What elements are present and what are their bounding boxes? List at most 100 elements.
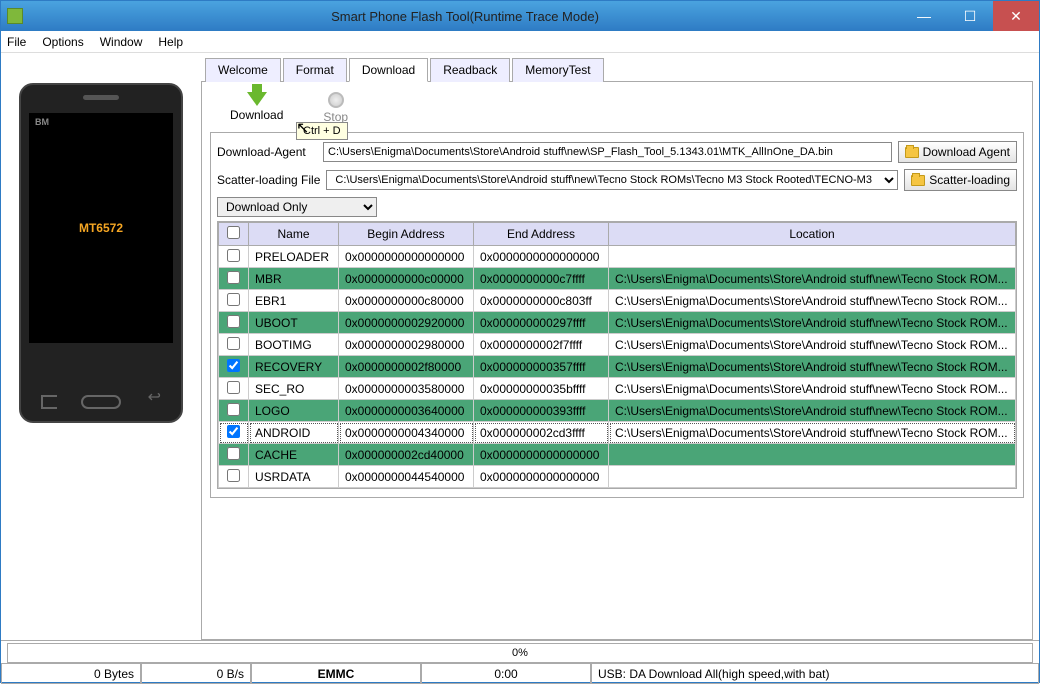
sidebar: BM MT6572 ↩ [1, 53, 201, 640]
cell-name: CACHE [249, 444, 339, 466]
statusbar: 0% 0 Bytes 0 B/s EMMC 0:00 USB: DA Downl… [1, 640, 1039, 684]
tab-memorytest[interactable]: MemoryTest [512, 58, 603, 82]
table-row[interactable]: UBOOT0x00000000029200000x000000000297fff… [219, 312, 1016, 334]
cell-name: PRELOADER [249, 246, 339, 268]
table-row[interactable]: PRELOADER0x00000000000000000x00000000000… [219, 246, 1016, 268]
cell-begin: 0x0000000044540000 [339, 466, 474, 488]
stop-button[interactable]: Stop [323, 92, 348, 124]
da-browse-button[interactable]: Download Agent [898, 141, 1017, 163]
row-checkbox[interactable] [227, 447, 240, 460]
cell-begin: 0x0000000002920000 [339, 312, 474, 334]
minimize-button[interactable]: — [901, 1, 947, 31]
cell-end: 0x000000000357ffff [474, 356, 609, 378]
download-label: Download [230, 108, 283, 122]
status-bytes: 0 Bytes [1, 663, 141, 684]
cell-name: BOOTIMG [249, 334, 339, 356]
cell-location [609, 466, 1016, 488]
row-checkbox[interactable] [227, 425, 240, 438]
cell-end: 0x000000002cd3ffff [474, 422, 609, 444]
tab-download[interactable]: Download [349, 58, 428, 82]
stop-icon [328, 92, 344, 108]
cell-begin: 0x0000000004340000 [339, 422, 474, 444]
cell-begin: 0x0000000002f80000 [339, 356, 474, 378]
cell-begin: 0x000000002cd40000 [339, 444, 474, 466]
menu-window[interactable]: Window [100, 35, 143, 49]
col-name[interactable]: Name [249, 223, 339, 246]
cell-begin: 0x0000000002980000 [339, 334, 474, 356]
table-row[interactable]: LOGO0x00000000036400000x000000000393ffff… [219, 400, 1016, 422]
cell-location [609, 444, 1016, 466]
status-usb: USB: DA Download All(high speed,with bat… [591, 663, 1039, 684]
row-checkbox[interactable] [227, 337, 240, 350]
scatter-path-select[interactable]: C:\Users\Enigma\Documents\Store\Android … [326, 170, 898, 190]
cell-location: C:\Users\Enigma\Documents\Store\Android … [609, 422, 1016, 444]
cell-begin: 0x0000000003640000 [339, 400, 474, 422]
close-button[interactable]: ✕ [993, 1, 1039, 31]
scatter-browse-label: Scatter-loading [929, 173, 1010, 187]
da-label: Download-Agent [217, 145, 317, 159]
col-end[interactable]: End Address [474, 223, 609, 246]
tab-format[interactable]: Format [283, 58, 347, 82]
cell-begin: 0x0000000000000000 [339, 246, 474, 268]
cell-name: SEC_RO [249, 378, 339, 400]
table-row[interactable]: MBR0x0000000000c000000x0000000000c7ffffC… [219, 268, 1016, 290]
table-row[interactable]: RECOVERY0x0000000002f800000x000000000357… [219, 356, 1016, 378]
status-time: 0:00 [421, 663, 591, 684]
row-checkbox[interactable] [227, 359, 240, 372]
cell-begin: 0x0000000000c00000 [339, 268, 474, 290]
table-row[interactable]: EBR10x0000000000c800000x0000000000c803ff… [219, 290, 1016, 312]
scatter-label: Scatter-loading File [217, 173, 320, 187]
table-row[interactable]: ANDROID0x00000000043400000x000000002cd3f… [219, 422, 1016, 444]
cell-end: 0x0000000000000000 [474, 246, 609, 268]
row-checkbox[interactable] [227, 315, 240, 328]
cell-end: 0x00000000035bffff [474, 378, 609, 400]
download-button[interactable]: Download [230, 92, 283, 124]
table-row[interactable]: CACHE0x000000002cd400000x000000000000000… [219, 444, 1016, 466]
row-checkbox[interactable] [227, 293, 240, 306]
table-row[interactable]: SEC_RO0x00000000035800000x00000000035bff… [219, 378, 1016, 400]
cell-location: C:\Users\Enigma\Documents\Store\Android … [609, 290, 1016, 312]
cell-end: 0x000000000297ffff [474, 312, 609, 334]
cell-location: C:\Users\Enigma\Documents\Store\Android … [609, 356, 1016, 378]
menu-help[interactable]: Help [158, 35, 183, 49]
row-checkbox[interactable] [227, 381, 240, 394]
tooltip: Ctrl + D [296, 122, 348, 140]
cell-name: LOGO [249, 400, 339, 422]
tab-welcome[interactable]: Welcome [205, 58, 281, 82]
cell-name: ANDROID [249, 422, 339, 444]
row-checkbox[interactable] [227, 469, 240, 482]
cell-location: C:\Users\Enigma\Documents\Store\Android … [609, 378, 1016, 400]
cell-begin: 0x0000000003580000 [339, 378, 474, 400]
menubar: File Options Window Help [1, 31, 1039, 53]
col-begin[interactable]: Begin Address [339, 223, 474, 246]
menu-options[interactable]: Options [42, 35, 83, 49]
header-checkbox[interactable] [227, 226, 240, 239]
cell-end: 0x0000000000c7ffff [474, 268, 609, 290]
progress-bar: 0% [7, 643, 1033, 663]
cell-name: MBR [249, 268, 339, 290]
da-path-input[interactable] [323, 142, 892, 162]
col-location[interactable]: Location [609, 223, 1016, 246]
table-row[interactable]: BOOTIMG0x00000000029800000x0000000002f7f… [219, 334, 1016, 356]
cell-begin: 0x0000000000c80000 [339, 290, 474, 312]
tab-readback[interactable]: Readback [430, 58, 510, 82]
partition-table: Name Begin Address End Address Location … [217, 221, 1017, 489]
maximize-button[interactable]: ☐ [947, 1, 993, 31]
tab-row: Welcome Format Download Readback MemoryT… [201, 57, 1033, 82]
cell-end: 0x0000000000000000 [474, 444, 609, 466]
folder-icon [905, 147, 919, 158]
row-checkbox[interactable] [227, 403, 240, 416]
mode-select[interactable]: Download Only [217, 197, 377, 217]
cell-name: USRDATA [249, 466, 339, 488]
toolbar: Download Stop ↖ Ctrl + D [210, 88, 1024, 132]
menu-file[interactable]: File [7, 35, 26, 49]
phone-bm: BM [35, 117, 49, 127]
scatter-browse-button[interactable]: Scatter-loading [904, 169, 1017, 191]
phone-graphic: BM MT6572 ↩ [19, 83, 183, 423]
cell-location: C:\Users\Enigma\Documents\Store\Android … [609, 312, 1016, 334]
row-checkbox[interactable] [227, 249, 240, 262]
row-checkbox[interactable] [227, 271, 240, 284]
cell-name: RECOVERY [249, 356, 339, 378]
table-row[interactable]: USRDATA0x00000000445400000x0000000000000… [219, 466, 1016, 488]
chip-label: MT6572 [79, 221, 123, 235]
